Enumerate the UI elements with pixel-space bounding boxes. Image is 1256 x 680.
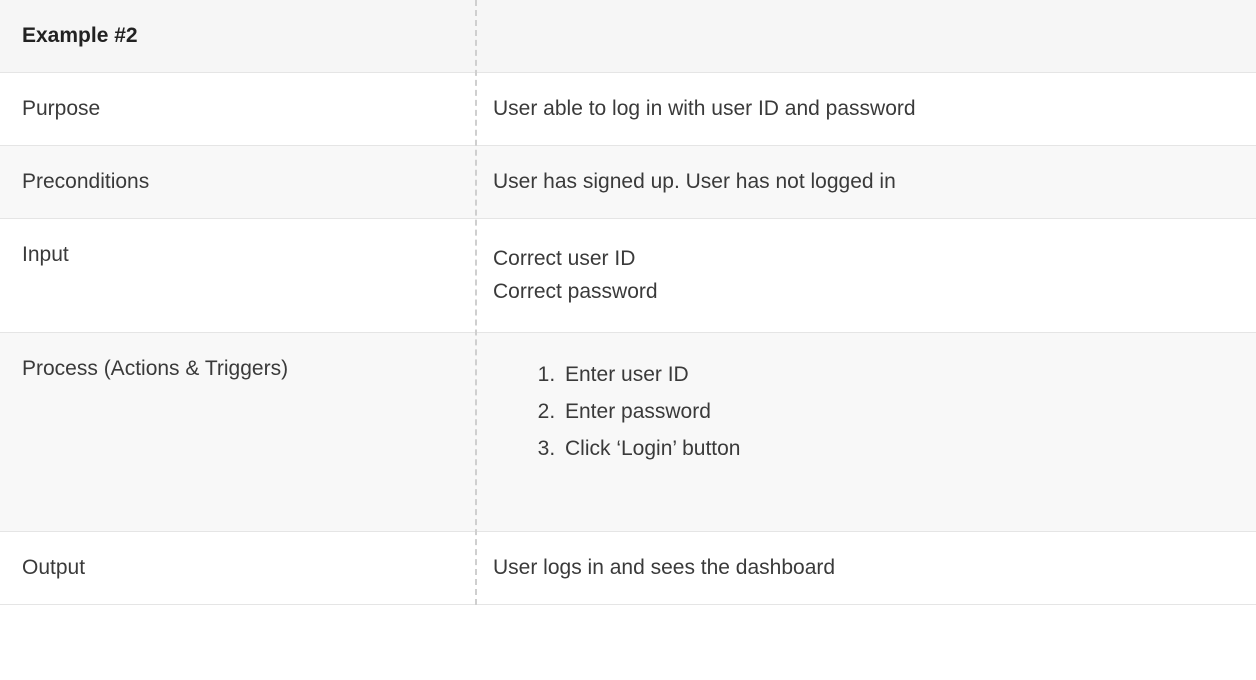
- process-step-3: Click ‘Login’ button: [561, 431, 1238, 468]
- label-process: Process (Actions & Triggers): [0, 333, 475, 531]
- process-list: Enter user ID Enter password Click ‘Logi…: [493, 357, 1238, 467]
- value-purpose: User able to log in with user ID and pas…: [475, 73, 1256, 145]
- input-line-2: Correct password: [493, 276, 1238, 309]
- value-process: Enter user ID Enter password Click ‘Logi…: [475, 333, 1256, 531]
- row-output: Output User logs in and sees the dashboa…: [0, 532, 1256, 605]
- label-preconditions: Preconditions: [0, 146, 475, 218]
- label-purpose: Purpose: [0, 73, 475, 145]
- row-purpose: Purpose User able to log in with user ID…: [0, 73, 1256, 146]
- row-preconditions: Preconditions User has signed up. User h…: [0, 146, 1256, 219]
- row-input: Input Correct user ID Correct password: [0, 219, 1256, 333]
- process-step-1: Enter user ID: [561, 357, 1238, 394]
- column-divider: [475, 0, 477, 605]
- value-input: Correct user ID Correct password: [475, 219, 1256, 332]
- value-preconditions: User has signed up. User has not logged …: [475, 146, 1256, 218]
- row-process: Process (Actions & Triggers) Enter user …: [0, 333, 1256, 532]
- input-line-1: Correct user ID: [493, 243, 1238, 276]
- label-input: Input: [0, 219, 475, 332]
- example-table: Example #2 Purpose User able to log in w…: [0, 0, 1256, 605]
- header-row: Example #2: [0, 0, 1256, 73]
- value-output: User logs in and sees the dashboard: [475, 532, 1256, 604]
- header-empty: [475, 0, 1256, 72]
- label-output: Output: [0, 532, 475, 604]
- process-step-2: Enter password: [561, 394, 1238, 431]
- header-title: Example #2: [0, 0, 475, 72]
